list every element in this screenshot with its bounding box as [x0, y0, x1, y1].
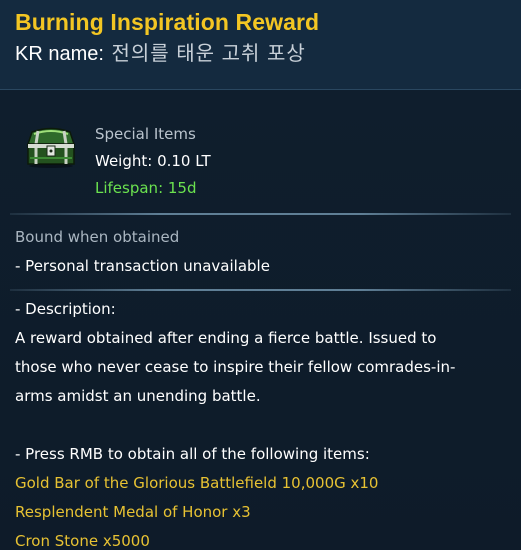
item-title: Burning Inspiration Reward	[15, 9, 320, 35]
transaction-text: - Personal transaction unavailable	[15, 257, 270, 275]
kr-name-value: 전의를 태운 고취 포상	[111, 43, 306, 65]
item-meta: Special Items Weight: 0.10 LT Lifespan: …	[95, 121, 211, 202]
item-tooltip: Burning Inspiration Reward KR name: 전의를 …	[0, 0, 521, 550]
reward-item: Cron Stone x5000	[15, 532, 150, 550]
item-lifespan: Lifespan: 15d	[95, 179, 197, 197]
description-heading: - Description:	[15, 300, 116, 318]
kr-name-label: KR name:	[15, 43, 104, 65]
bound-text: Bound when obtained	[15, 228, 180, 246]
description-section: - Description: A reward obtained after e…	[0, 291, 521, 550]
description-line: those who never cease to inspire their f…	[15, 358, 456, 376]
reward-item: Gold Bar of the Glorious Battlefield 10,…	[15, 474, 379, 492]
treasure-chest-icon	[22, 124, 80, 170]
description-line: A reward obtained after ending a fierce …	[15, 329, 437, 347]
kr-name-line: KR name: 전의를 태운 고취 포상	[15, 41, 521, 67]
item-weight: Weight: 0.10 LT	[95, 152, 211, 170]
reward-item: Resplendent Medal of Honor x3	[15, 503, 251, 521]
description-line: arms amidst an unending battle.	[15, 387, 261, 405]
tooltip-header: Burning Inspiration Reward KR name: 전의를 …	[0, 0, 521, 90]
item-info: Special Items Weight: 0.10 LT Lifespan: …	[0, 90, 521, 213]
reward-instruction: - Press RMB to obtain all of the followi…	[15, 445, 370, 463]
item-category: Special Items	[95, 125, 196, 143]
binding-section: Bound when obtained - Personal transacti…	[0, 215, 521, 281]
